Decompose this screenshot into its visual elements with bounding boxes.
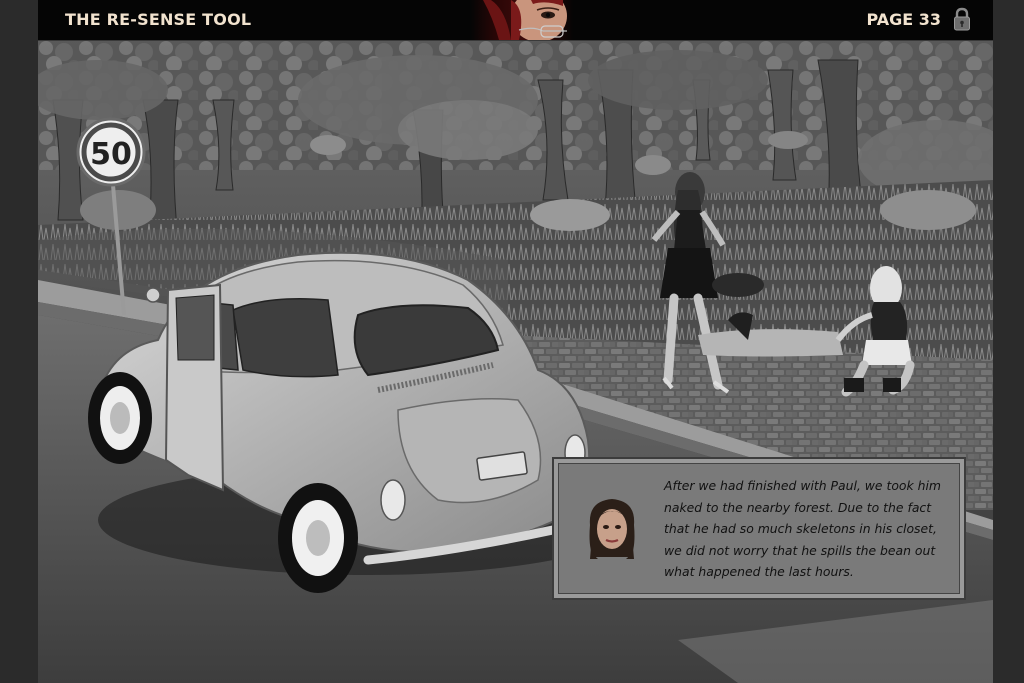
padlock-icon[interactable] [953,6,971,32]
header-bar: THE RE-SENSE TOOL PAGE 33 [38,0,993,41]
narration-text: After we had finished with Paul, we took… [664,478,941,579]
comic-page: THE RE-SENSE TOOL PAGE 33 50 After we ha… [38,0,993,683]
narrator-portrait [471,0,573,40]
book-title: THE RE-SENSE TOOL [65,10,252,29]
dialogue-box: After we had finished with Paul, we took… [552,457,966,600]
viewer-frame: THE RE-SENSE TOOL PAGE 33 50 After we ha… [0,0,1024,683]
page-number: PAGE 33 [866,10,941,29]
speaker-portrait [584,495,640,561]
speed-limit-text: 50 [90,137,132,172]
